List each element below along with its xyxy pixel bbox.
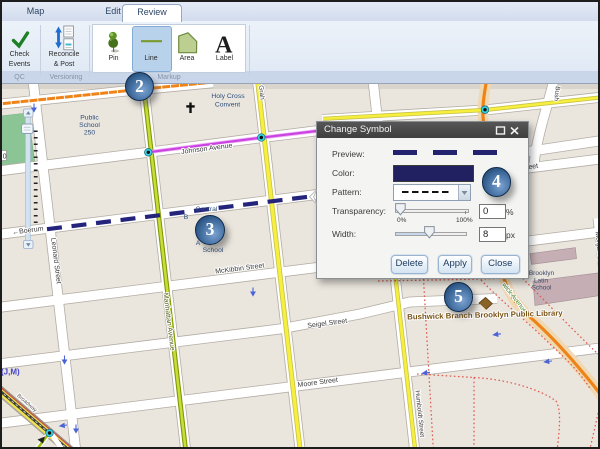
svg-text:Central: Central [196,206,218,213]
svg-text:School: School [79,122,100,129]
svg-text:School: School [203,247,224,254]
svg-text:Convent: Convent [215,102,240,109]
svg-text:Public: Public [80,115,99,122]
svg-text:Brooklyn: Brooklyn [529,270,555,277]
svg-text:250: 250 [84,130,96,137]
svg-text:School: School [532,284,552,291]
svg-text:Latin: Latin [534,277,548,284]
svg-text:Holy Cross: Holy Cross [211,93,245,100]
svg-text:B: B [184,214,189,221]
svg-text:(J,M): (J,M) [1,368,20,377]
svg-text:eet: eet [528,163,539,171]
svg-text:0: 0 [3,153,7,160]
